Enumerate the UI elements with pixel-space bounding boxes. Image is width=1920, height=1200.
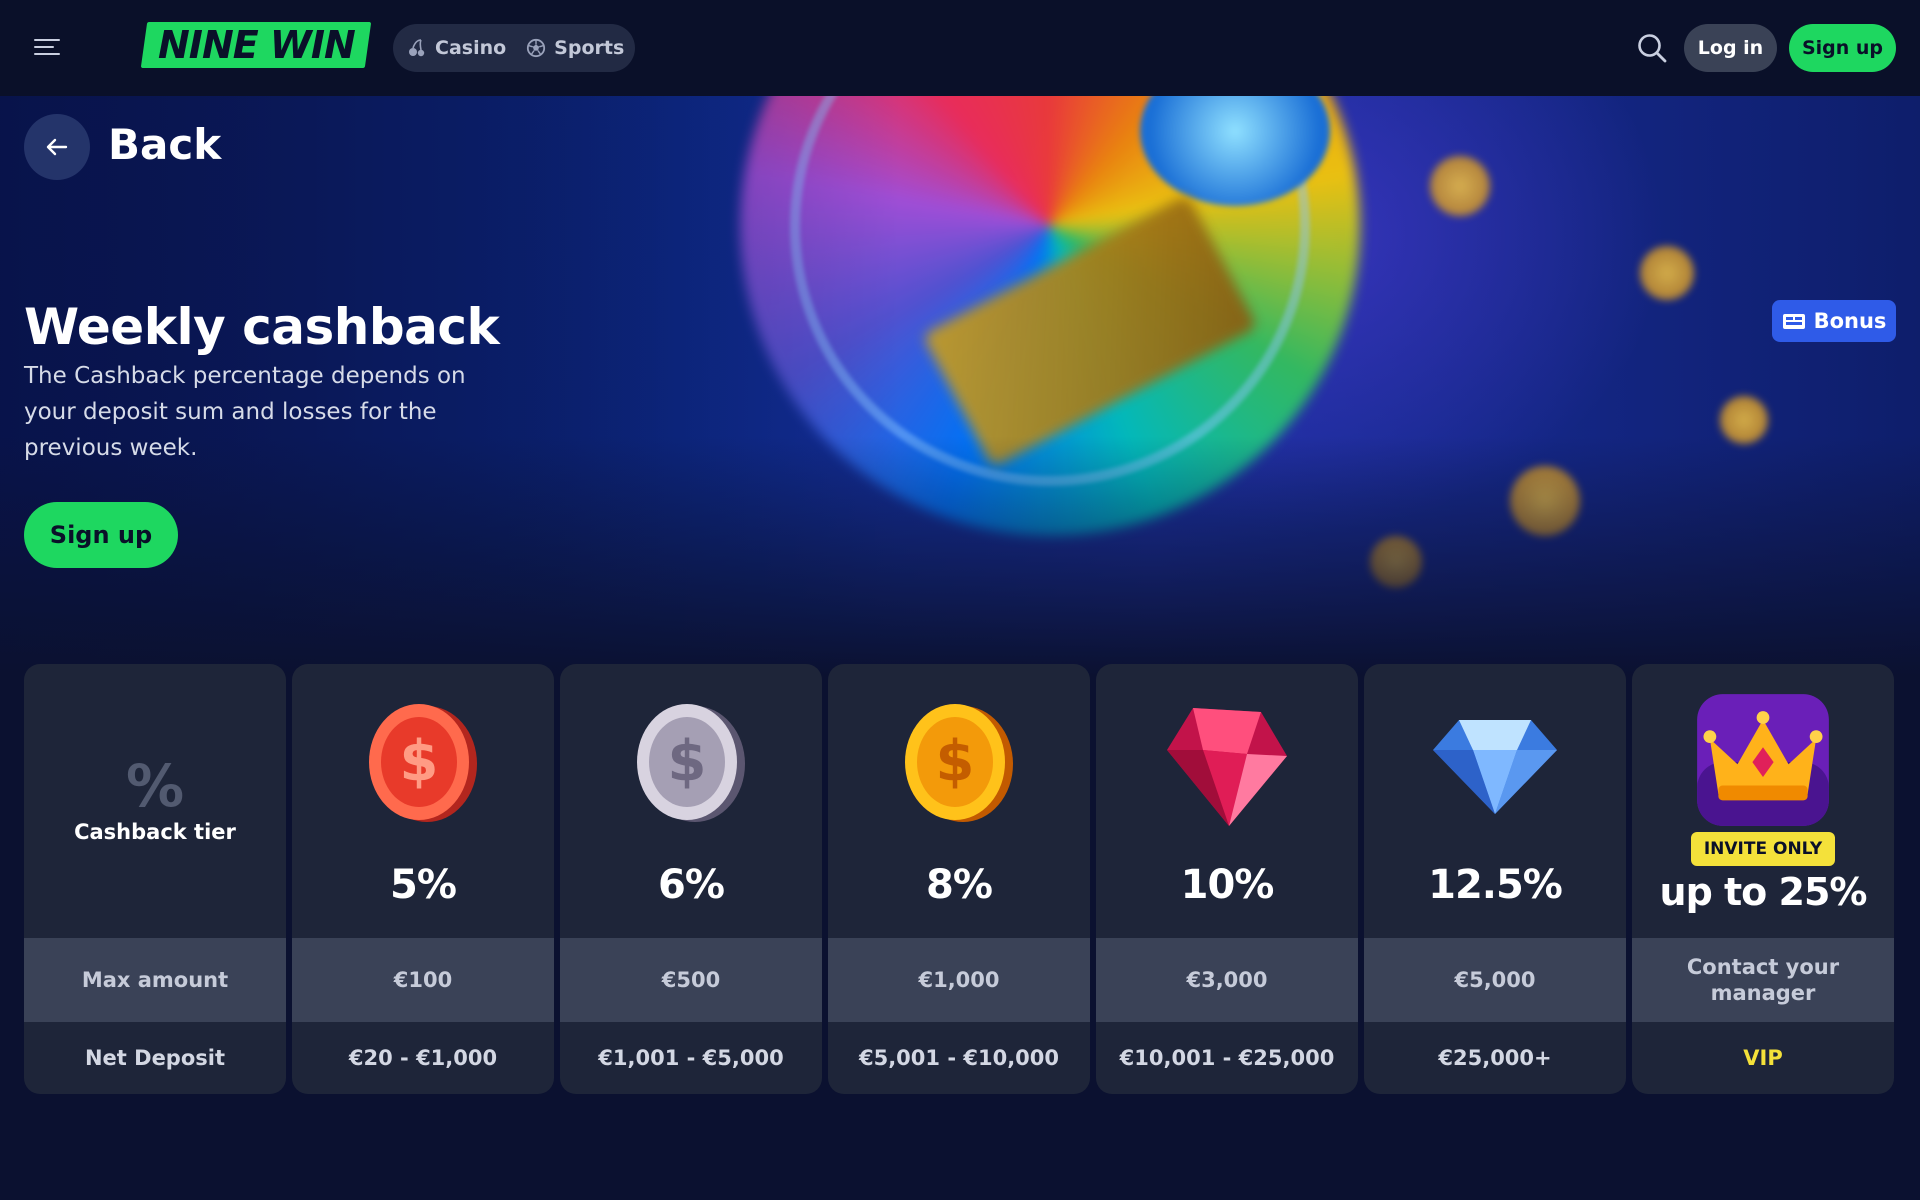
menu-icon[interactable] (34, 36, 62, 58)
net-deposit-label: Net Deposit (84, 1046, 226, 1070)
arrow-left-icon (46, 138, 68, 156)
hero-fade (0, 436, 1920, 676)
top-header: NINE WIN Casino Sports Log in Sign up (0, 0, 1920, 96)
svg-text:$: $ (936, 729, 975, 794)
tier-max-amount: €1,000 (828, 938, 1090, 1022)
tier-percent: 12.5% (1428, 862, 1563, 908)
tier-percent: 6% (658, 862, 725, 908)
page-title: Weekly cashback (24, 298, 500, 356)
tier-max-amount: Contact your manager (1632, 938, 1894, 1022)
crown-icon (1697, 694, 1829, 826)
tier-percent: 5% (390, 862, 457, 908)
tier-card: 10% €3,000 €10,001 - €25,000 (1096, 664, 1358, 1094)
coin-art (1640, 246, 1694, 300)
ruby-gem-icon (1167, 708, 1287, 826)
svg-text:$: $ (400, 729, 439, 794)
cashback-tier-label: Cashback tier (74, 820, 236, 844)
tier-header-column: % Cashback tier Max amount Net Deposit (24, 664, 286, 1094)
tier-card: $ 6% €500 €1,001 - €5,000 (560, 664, 822, 1094)
page-description: The Cashback percentage depends on your … (24, 363, 466, 461)
tier-net-deposit: €5,001 - €10,000 (858, 1046, 1060, 1070)
diamond-icon (1433, 720, 1557, 814)
login-button[interactable]: Log in (1684, 24, 1777, 72)
back-button[interactable] (24, 114, 90, 180)
tier-header-top: % Cashback tier (24, 664, 286, 938)
mode-sports[interactable]: Sports (526, 37, 624, 59)
invite-only-badge: INVITE ONLY (1691, 832, 1835, 866)
bonus-tag: Bonus (1772, 300, 1896, 342)
mode-sports-label: Sports (554, 37, 625, 59)
tier-percent: 8% (926, 862, 993, 908)
tier-net-deposit: €25,000+ (1438, 1046, 1552, 1070)
cashback-tier-table: % Cashback tier Max amount Net Deposit $… (24, 664, 1896, 1094)
hero-banner: Back Weekly cashback The Cashback percen… (0, 96, 1920, 676)
cherry-icon (409, 39, 425, 57)
tier-net-deposit: €10,001 - €25,000 (1119, 1046, 1335, 1070)
tier-card-vip: INVITE ONLY up to 25% Contact your manag… (1632, 664, 1894, 1094)
max-amount-label: Max amount (24, 938, 286, 1022)
soccer-ball-icon (527, 38, 546, 58)
brand-logo[interactable]: NINE WIN (140, 22, 372, 68)
tier-max-amount: €500 (560, 938, 822, 1022)
tier-percent: 10% (1180, 862, 1275, 908)
tier-percent: up to 25% (1659, 870, 1868, 914)
tier-max-amount: €3,000 (1096, 938, 1358, 1022)
percent-icon: % (125, 752, 185, 820)
signup-button-header[interactable]: Sign up (1789, 24, 1896, 72)
tier-card: $ 5% €100 €20 - €1,000 (292, 664, 554, 1094)
mode-switch: Casino Sports (393, 24, 635, 72)
mode-casino[interactable]: Casino (407, 37, 506, 59)
coin-art (1430, 156, 1490, 216)
tier-card: $ 8% €1,000 €5,001 - €10,000 (828, 664, 1090, 1094)
tier-net-deposit: VIP (1743, 1046, 1783, 1070)
tier-card: 12.5% €5,000 €25,000+ (1364, 664, 1626, 1094)
search-icon[interactable] (1636, 32, 1668, 64)
silver-coin-icon: $ (637, 704, 745, 822)
red-coin-icon: $ (369, 704, 477, 822)
tier-net-deposit: €1,001 - €5,000 (598, 1046, 784, 1070)
tier-net-deposit: €20 - €1,000 (348, 1046, 498, 1070)
brand-logo-text: NINE WIN (157, 23, 355, 67)
signup-button-hero[interactable]: Sign up (24, 502, 178, 568)
tier-max-amount: €5,000 (1364, 938, 1626, 1022)
bonus-tag-label: Bonus (1813, 309, 1887, 333)
svg-text:$: $ (668, 729, 707, 794)
gift-icon (1782, 314, 1805, 329)
tier-max-amount: €100 (292, 938, 554, 1022)
back-label[interactable]: Back (108, 120, 221, 169)
mode-casino-label: Casino (435, 37, 507, 59)
gold-coin-icon: $ (905, 704, 1013, 822)
